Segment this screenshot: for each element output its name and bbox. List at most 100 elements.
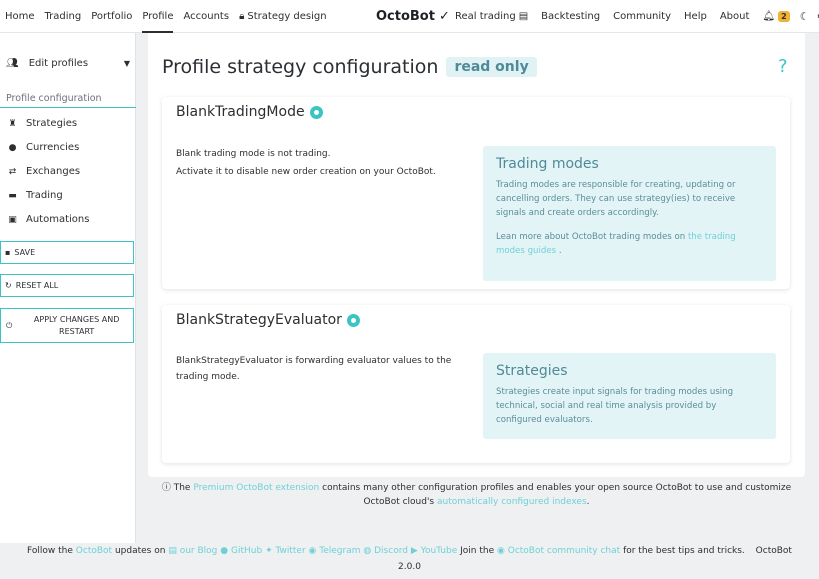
trading-modes-info-box: Trading modes Trading modes are responsi… — [483, 146, 776, 281]
trading-mode-name: BlankTradingMode — [176, 104, 305, 120]
info-line: Strategies create input signals for trad… — [496, 387, 734, 397]
exchange-arrows-icon: ⇄ — [8, 166, 17, 177]
blog-icon: ▤ — [168, 546, 177, 556]
telegram-link[interactable]: ◉ Telegram — [309, 546, 361, 556]
save-button-label: SAVE — [14, 248, 36, 257]
nav-left-group: Home Trading Portfolio Profile Accounts … — [0, 0, 337, 33]
note-text: . — [586, 497, 590, 507]
notifications-button[interactable]: 🔔︎ 2 — [762, 11, 790, 22]
discord-label: Discord — [374, 546, 408, 556]
brand-name: OctoBot — [376, 9, 435, 24]
sidebar-item-label: Exchanges — [26, 166, 81, 177]
strategy-name: BlankStrategyEvaluator — [176, 312, 342, 328]
nav-real-trading-label: Real trading — [455, 11, 516, 22]
footer-text: updates on — [114, 546, 166, 556]
blog-label: our Blog — [179, 546, 218, 556]
blog-link[interactable]: ▤ our Blog — [168, 546, 217, 556]
trading-mode-panel: BlankTradingMode Blank trading mode is n… — [162, 97, 790, 289]
nav-portfolio[interactable]: Portfolio — [91, 0, 132, 33]
info-line: Lean more about OctoBot trading modes on — [496, 232, 686, 242]
caret-down-icon: ▼ — [123, 59, 130, 68]
note-text: OctoBot cloud's — [363, 497, 435, 507]
moon-icon[interactable]: ☾ — [800, 10, 810, 23]
nav-home[interactable]: Home — [5, 0, 35, 33]
wallet-icon: ▬ — [8, 190, 17, 201]
version: 2.0.0 — [398, 562, 421, 572]
info-box-text: Strategies create input signals for trad… — [496, 385, 763, 427]
sidebar-section-title: Profile configuration — [0, 93, 136, 108]
sidebar-item-automations[interactable]: ▣ Automations — [6, 214, 131, 225]
gear-icon[interactable] — [346, 313, 360, 327]
trading-modes-guide-link[interactable]: the trading — [688, 232, 736, 242]
footer-text: for the best tips and tricks. — [623, 546, 745, 556]
info-circle-icon: ⓘ — [161, 483, 171, 493]
community-chat-label: OctoBot community chat — [507, 546, 621, 556]
nav-strategy-design[interactable]: 🔒︎ Strategy design — [239, 0, 327, 33]
floppy-disk-icon: ▪ — [5, 248, 11, 257]
footer: Follow the OctoBot updates on ▤ our Blog… — [0, 543, 819, 575]
info-box-title: Trading modes — [496, 156, 599, 172]
nav-trading[interactable]: Trading — [45, 0, 82, 33]
description-line: BlankStrategyEvaluator is forwarding eva… — [176, 356, 452, 366]
info-line: . — [558, 246, 562, 256]
users-icon: 👥︎ — [6, 58, 19, 69]
premium-extension-link[interactable]: Premium OctoBot extension — [193, 483, 319, 493]
question-icon[interactable]: ? — [778, 56, 788, 77]
sidebar-item-trading[interactable]: ▬ Trading — [6, 190, 131, 201]
strategies-info-box: Strategies Strategies create input signa… — [483, 353, 776, 439]
info-line: technical, social and real time analysis… — [496, 401, 717, 411]
sidebar-item-label: Strategies — [26, 118, 78, 129]
discord-link[interactable]: ◍ Discord — [363, 546, 408, 556]
gear-icon[interactable] — [309, 105, 323, 119]
trading-modes-guide-link-cont[interactable]: modes guides — [496, 246, 556, 256]
info-box-title: Strategies — [496, 363, 568, 379]
apply-and-restart-button[interactable]: ⏻ APPLY CHANGES AND RESTART — [0, 308, 134, 343]
footer-brand: OctoBot — [755, 546, 792, 556]
sidebar-item-label: Currencies — [26, 142, 80, 153]
brand-logo[interactable]: OctoBot ✓ — [376, 0, 450, 33]
twitter-link[interactable]: ✦ Twitter — [265, 546, 306, 556]
configured-indexes-link[interactable]: automatically configured indexes — [437, 497, 587, 507]
read-only-badge: read only — [446, 57, 537, 77]
note-text: The — [173, 483, 191, 493]
nav-real-trading[interactable]: Real trading ▤ — [455, 0, 528, 33]
twitter-icon: ✦ — [265, 546, 273, 556]
sidebar-item-exchanges[interactable]: ⇄ Exchanges — [6, 166, 131, 177]
discord-icon: ◍ — [363, 546, 372, 556]
info-line: configured evaluators. — [496, 415, 593, 425]
info-line: signals and create orders accordingly. — [496, 208, 659, 218]
info-line: cancelling orders. They can use strategy… — [496, 194, 736, 204]
trading-mode-description: Blank trading mode is not trading. Activ… — [176, 146, 466, 180]
apply-label-line2: RESTART — [59, 326, 95, 336]
telegram-icon: ◉ — [308, 546, 317, 556]
money-icon: ▤ — [518, 11, 529, 22]
note-text: contains many other configuration profil… — [322, 483, 792, 493]
strategy-config-card: Profile strategy configuration read only… — [148, 47, 805, 477]
robot-icon: ▣ — [8, 214, 17, 225]
save-button[interactable]: ▪ SAVE — [0, 241, 134, 264]
nav-strategy-design-label: Strategy design — [247, 10, 327, 22]
youtube-link[interactable]: ▶ YouTube — [411, 546, 457, 556]
notification-badge: 2 — [778, 11, 790, 22]
panel-title: BlankTradingMode — [176, 104, 323, 120]
github-link[interactable]: ● GitHub — [220, 546, 262, 556]
sidebar-item-currencies[interactable]: ● Currencies — [6, 142, 131, 153]
community-chat-link[interactable]: ◉ OctoBot community chat — [497, 546, 620, 556]
footer-text: Follow the — [27, 546, 73, 556]
info-box-text: Trading modes are responsible for creati… — [496, 178, 763, 220]
nav-community[interactable]: Community — [613, 0, 671, 33]
nav-help[interactable]: Help — [684, 0, 707, 33]
nav-about[interactable]: About — [720, 0, 750, 33]
reset-all-button[interactable]: ↻ RESET ALL — [0, 274, 134, 297]
lock-icon: 🔒︎ — [239, 10, 245, 22]
nav-accounts[interactable]: Accounts — [183, 0, 229, 33]
nav-profile[interactable]: Profile — [142, 0, 174, 33]
edit-profiles-dropdown[interactable]: 👥︎ Edit profiles ▼ — [6, 58, 130, 69]
nav-backtesting[interactable]: Backtesting — [541, 0, 600, 33]
description-line: Blank trading mode is not trading. — [176, 149, 331, 159]
octobot-link[interactable]: OctoBot — [76, 546, 112, 556]
sidebar-item-strategies[interactable]: ♜ Strategies — [6, 118, 131, 129]
youtube-label: YouTube — [420, 546, 458, 556]
info-line: Trading modes are responsible for creati… — [496, 180, 736, 190]
description-line: Activate it to disable new order creatio… — [176, 167, 436, 177]
